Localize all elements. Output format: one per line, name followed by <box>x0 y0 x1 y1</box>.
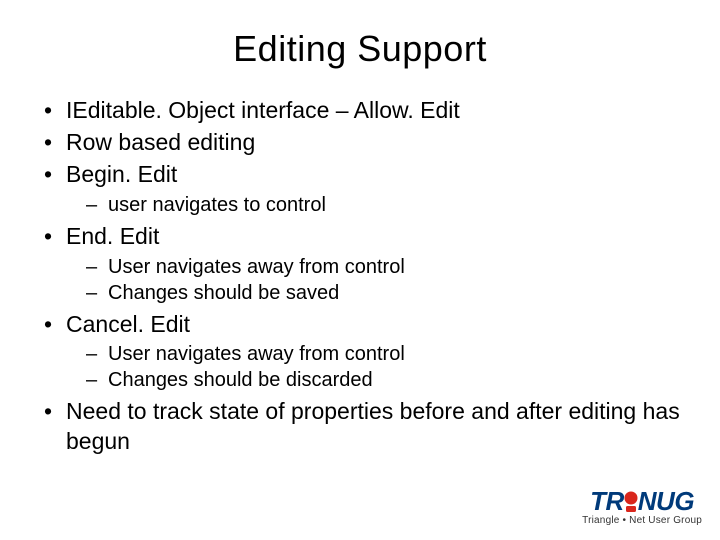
bullet-item: Need to track state of properties before… <box>40 397 680 457</box>
bullet-text: End. Edit <box>66 223 159 249</box>
bullet-item: End. Edit User navigates away from contr… <box>40 222 680 306</box>
sub-bullet-item: user navigates to control <box>78 192 680 218</box>
bullet-item: Cancel. Edit User navigates away from co… <box>40 310 680 394</box>
trinug-logo: TR NUG Triangle • Net User Group <box>582 486 702 526</box>
bullet-item: Begin. Edit user navigates to control <box>40 160 680 218</box>
sub-bullet-text: User navigates away from control <box>108 343 405 365</box>
bullet-text: Begin. Edit <box>66 161 177 187</box>
bullet-text: Row based editing <box>66 129 255 155</box>
sub-bullet-text: user navigates to control <box>108 194 326 216</box>
logo-text-left: TR <box>590 486 624 516</box>
sub-bullet-item: User navigates away from control <box>78 254 680 280</box>
bullet-list: IEditable. Object interface – Allow. Edi… <box>40 96 680 457</box>
logo-brand: TR NUG <box>582 486 702 517</box>
logo-tagline: Triangle • Net User Group <box>582 515 702 526</box>
bullet-text: Need to track state of properties before… <box>66 398 680 454</box>
sub-bullet-item: Changes should be saved <box>78 280 680 306</box>
slide-title: Editing Support <box>40 28 680 70</box>
sub-bullet-text: User navigates away from control <box>108 256 405 278</box>
logo-text-right: NUG <box>638 486 694 516</box>
sub-bullet-item: User navigates away from control <box>78 341 680 367</box>
sub-bullet-text: Changes should be discarded <box>108 369 373 391</box>
sub-bullet-list: User navigates away from control Changes… <box>66 254 680 306</box>
sub-bullet-list: User navigates away from control Changes… <box>66 341 680 393</box>
bullet-text: IEditable. Object interface – Allow. Edi… <box>66 97 460 123</box>
bullet-item: Row based editing <box>40 128 680 158</box>
slide: Editing Support IEditable. Object interf… <box>0 0 720 540</box>
sub-bullet-text: Changes should be saved <box>108 282 339 304</box>
sub-bullet-item: Changes should be discarded <box>78 367 680 393</box>
sub-bullet-list: user navigates to control <box>66 192 680 218</box>
bullet-text: Cancel. Edit <box>66 311 190 337</box>
bullet-item: IEditable. Object interface – Allow. Edi… <box>40 96 680 126</box>
